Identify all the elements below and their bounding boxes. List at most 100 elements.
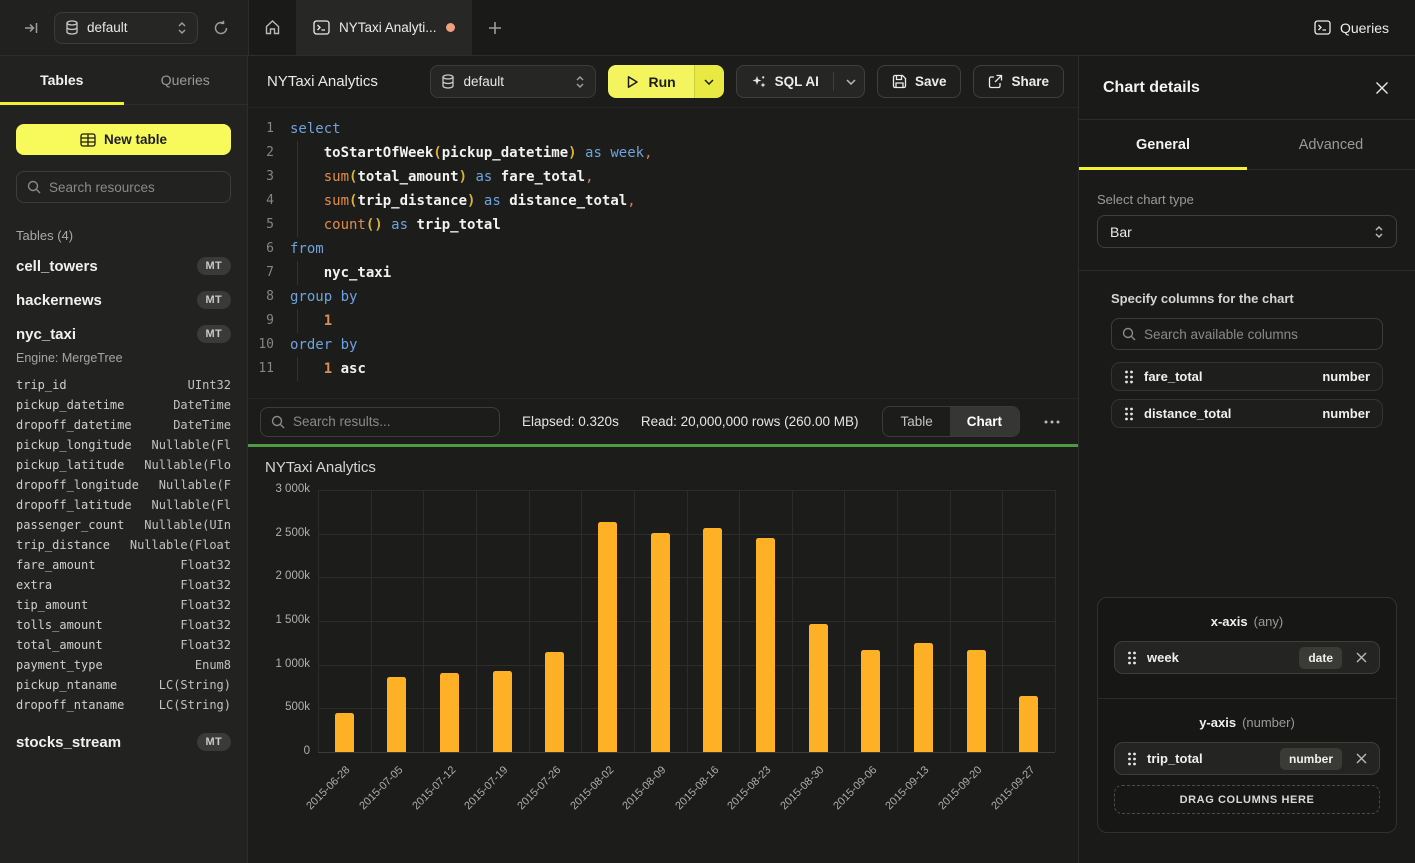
y-axis-label: y-axis <box>1199 715 1236 730</box>
bar-2015-09-13[interactable] <box>914 643 933 752</box>
remove-y-axis-column-button[interactable] <box>1354 751 1369 766</box>
bar-2015-07-12[interactable] <box>440 673 459 752</box>
run-button-group: Run <box>608 65 723 98</box>
queries-button[interactable]: Queries <box>1288 0 1415 55</box>
column-row: pickup_datetimeDateTime <box>16 395 231 415</box>
terminal-icon <box>313 20 330 35</box>
x-axis-chip[interactable]: week date <box>1114 641 1380 674</box>
bar-2015-07-05[interactable] <box>387 677 406 752</box>
bar-2015-09-20[interactable] <box>967 650 986 752</box>
run-button[interactable]: Run <box>608 65 693 98</box>
bar-2015-07-19[interactable] <box>493 671 512 752</box>
chart-view-label: Chart <box>967 414 1002 429</box>
table-grid-icon <box>80 133 96 147</box>
column-type: UInt32 <box>188 375 231 395</box>
bar-2015-09-27[interactable] <box>1019 696 1038 752</box>
column-row: pickup_longitudeNullable(Fl <box>16 435 231 455</box>
table-view-button[interactable]: Table <box>883 407 949 436</box>
search-icon <box>1122 327 1136 341</box>
column-name: fare_amount <box>16 555 95 575</box>
bar-2015-06-28[interactable] <box>335 713 354 752</box>
column-row: tip_amountFloat32 <box>16 595 231 615</box>
query-toolbar: NYTaxi Analytics default Run <box>248 56 1078 108</box>
results-bar: Elapsed: 0.320s Read: 20,000,000 rows (2… <box>248 398 1078 444</box>
refresh-icon[interactable] <box>208 15 234 41</box>
column-name: payment_type <box>16 655 103 675</box>
code-text: order by <box>290 333 357 357</box>
more-options-icon[interactable] <box>1042 420 1062 424</box>
drag-columns-dropzone[interactable]: DRAG COLUMNS HERE <box>1114 785 1380 814</box>
y-axis-tick-label: 2 000k <box>254 570 310 582</box>
column-name: dropoff_longitude <box>16 475 139 495</box>
run-options-button[interactable] <box>694 65 724 98</box>
code-line: 3 sum(total_amount) as fare_total, <box>248 165 1078 189</box>
panel-close-icon[interactable] <box>1373 79 1391 97</box>
chart-title: NYTaxi Analytics <box>265 459 376 476</box>
chart-details-panel: Chart details General Advanced Select ch… <box>1078 56 1415 863</box>
code-text: sum(total_amount) as fare_total, <box>290 165 594 189</box>
panel-body: Select chart type Bar Specify columns fo… <box>1079 170 1415 863</box>
query-tab[interactable]: NYTaxi Analyti... <box>297 0 472 55</box>
remove-x-axis-column-button[interactable] <box>1354 650 1369 665</box>
bar-2015-08-09[interactable] <box>651 533 670 752</box>
code-line: 9 1 <box>248 309 1078 333</box>
panel-title: Chart details <box>1103 79 1200 97</box>
share-button[interactable]: Share <box>973 65 1064 98</box>
columns-search[interactable] <box>1111 318 1383 350</box>
y-axis-chip[interactable]: trip_total number <box>1114 742 1380 775</box>
available-column-distance_total[interactable]: distance_totalnumber <box>1111 399 1383 428</box>
tables-section-label: Tables (4) <box>16 228 231 243</box>
available-column-fare_total[interactable]: fare_totalnumber <box>1111 362 1383 391</box>
columns-search-input[interactable] <box>1144 327 1372 342</box>
table-row[interactable]: nyc_taxiMT <box>0 317 247 351</box>
column-row: dropoff_longitudeNullable(F <box>16 475 231 495</box>
tab-general[interactable]: General <box>1079 120 1247 169</box>
sql-editor[interactable]: 1select2 toStartOfWeek(pickup_datetime) … <box>248 108 1078 398</box>
tab-advanced-label: Advanced <box>1299 137 1364 153</box>
table-row[interactable]: cell_towersMT <box>0 249 247 283</box>
bar-2015-08-23[interactable] <box>756 538 775 752</box>
new-tab-button[interactable] <box>472 0 518 55</box>
topbar-database-selector[interactable]: default <box>54 12 198 44</box>
chevron-down-icon[interactable] <box>846 79 856 85</box>
results-search[interactable] <box>260 407 500 437</box>
gridline-v <box>1002 490 1003 752</box>
table-row[interactable]: stocks_streamMT <box>0 725 247 759</box>
results-search-input[interactable] <box>293 414 489 429</box>
tab-general-label: General <box>1136 137 1190 153</box>
column-row: tolls_amountFloat32 <box>16 615 231 635</box>
query-database-selector[interactable]: default <box>430 65 596 98</box>
save-button[interactable]: Save <box>877 65 962 98</box>
collapse-sidebar-icon[interactable] <box>18 15 44 41</box>
bar-2015-09-06[interactable] <box>861 650 880 752</box>
sql-ai-button[interactable]: SQL AI <box>736 65 865 98</box>
sidebar-tab-tables[interactable]: Tables <box>0 56 124 104</box>
column-name: extra <box>16 575 52 595</box>
table-row[interactable]: hackernewsMT <box>0 283 247 317</box>
sidebar-tab-queries[interactable]: Queries <box>124 56 248 104</box>
line-number: 6 <box>248 237 290 261</box>
sidebar-search[interactable] <box>16 171 231 203</box>
bar-2015-08-02[interactable] <box>598 522 617 752</box>
code-line: 1select <box>248 117 1078 141</box>
topbar: default NYTaxi Analyti... Queries <box>0 0 1415 56</box>
new-table-button[interactable]: New table <box>16 124 231 155</box>
column-type: DateTime <box>173 395 231 415</box>
chart-view-button[interactable]: Chart <box>950 407 1019 436</box>
column-name: total_amount <box>16 635 103 655</box>
bar-2015-08-16[interactable] <box>703 528 722 752</box>
column-type: Nullable(Flo <box>144 455 231 475</box>
bar-2015-07-26[interactable] <box>545 652 564 752</box>
column-type: Enum8 <box>195 655 231 675</box>
home-tab[interactable] <box>249 0 297 55</box>
y-axis-header: y-axis(number) <box>1114 715 1380 730</box>
tab-advanced[interactable]: Advanced <box>1247 120 1415 169</box>
sidebar-search-input[interactable] <box>49 180 220 195</box>
column-type: Float32 <box>180 595 231 615</box>
bar-2015-08-30[interactable] <box>809 624 828 752</box>
gridline-v <box>581 490 582 752</box>
save-icon <box>892 74 907 89</box>
line-number: 2 <box>248 141 290 165</box>
chart-type-select[interactable]: Bar <box>1097 215 1397 248</box>
sql-ai-label: SQL AI <box>775 74 819 89</box>
